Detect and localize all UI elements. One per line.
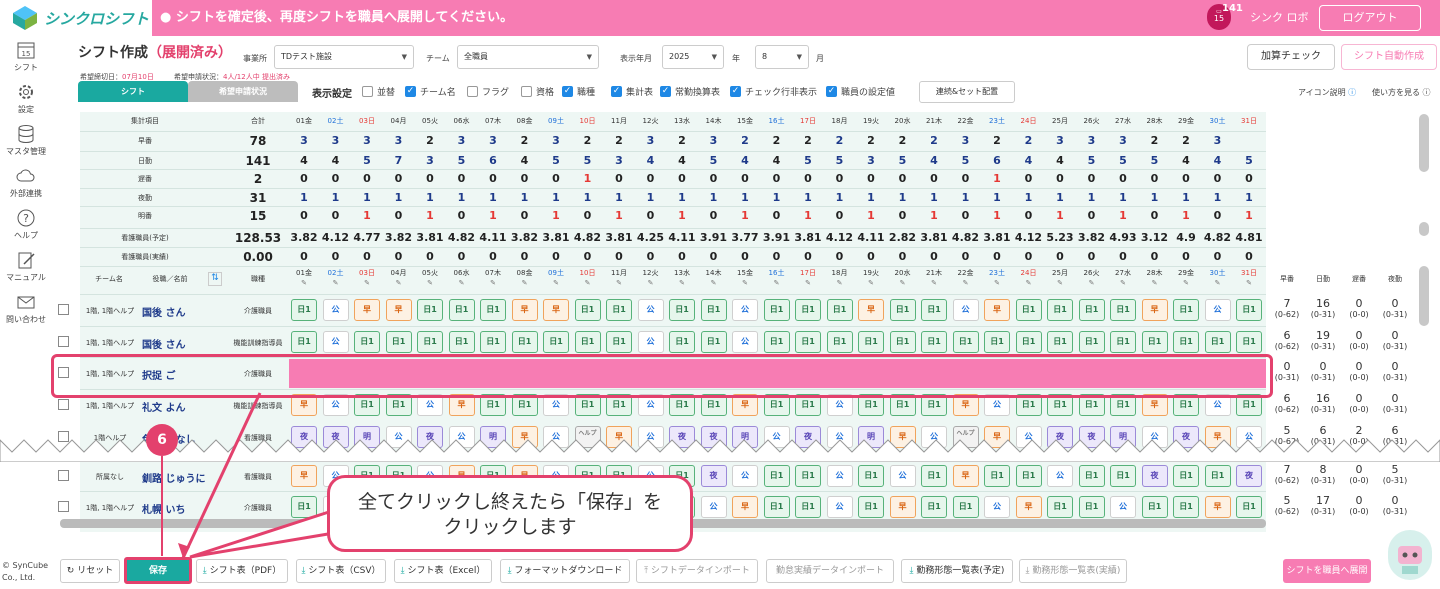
annotation-arrows (161, 392, 342, 559)
assistant-avatar[interactable] (1388, 530, 1432, 580)
list-actual-button[interactable]: ⤓ 勤務形態一覧表(実績) (1019, 559, 1127, 583)
reset-button[interactable]: ↻ リセット (60, 559, 120, 583)
upload-icon: ⤒ (644, 566, 649, 576)
deploy-button[interactable]: シフトを職員へ展開 (1283, 559, 1371, 583)
excel-button[interactable]: ⤓ シフト表（Excel） (394, 559, 492, 583)
download-icon: ⤓ (400, 566, 405, 576)
download-icon: ⤓ (1025, 566, 1030, 576)
csv-button[interactable]: ⤓ シフト表（CSV） (296, 559, 386, 583)
data-import-button[interactable]: ⤒ シフトデータインポート (636, 559, 758, 583)
list-plan-button[interactable]: ⤓ 勤務形態一覧表(予定) (901, 559, 1013, 583)
save-button[interactable]: 保存 (124, 557, 192, 584)
pdf-button[interactable]: ⤓ シフト表（PDF） (196, 559, 288, 583)
step-number-badge: 6 (146, 424, 178, 456)
format-download-button[interactable]: ⤓ フォーマットダウンロード (500, 559, 630, 583)
download-icon: ⤓ (301, 566, 306, 576)
instruction-callout: 全てクリックし終えたら「保存」を クリックします (327, 475, 693, 552)
download-icon: ⤓ (507, 566, 512, 576)
download-icon: ⤓ (909, 566, 914, 576)
reset-icon: ↻ (66, 566, 75, 576)
download-icon: ⤓ (202, 566, 207, 576)
actual-import-button[interactable]: 勤怠実績データインポート (766, 559, 894, 583)
